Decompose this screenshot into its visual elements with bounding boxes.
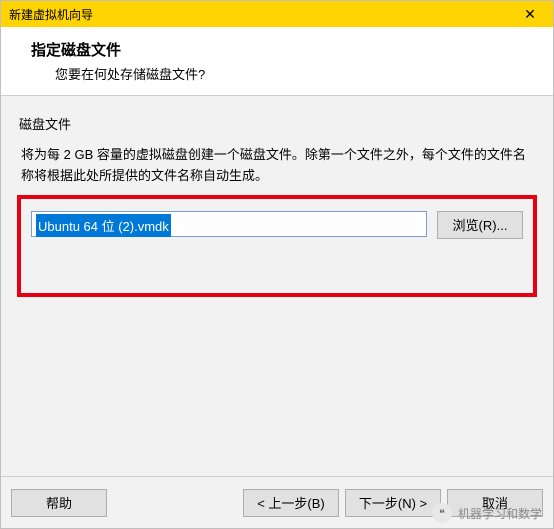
browse-button[interactable]: 浏览(R)... [437,211,523,239]
disk-description: 将为每 2 GB 容量的虚拟磁盘创建一个磁盘文件。除第一个文件之外，每个文件的文… [21,145,533,187]
wizard-footer: 帮助 < 上一步(B) 下一步(N) > 取消 ❝ 机器学习和数学 [1,476,553,528]
wizard-header: 指定磁盘文件 您要在何处存储磁盘文件? [1,27,553,96]
titlebar: 新建虚拟机向导 ✕ [1,1,553,27]
page-heading: 指定磁盘文件 [31,39,535,60]
page-subheading: 您要在何处存储磁盘文件? [31,64,535,83]
close-icon: ✕ [524,6,536,23]
disk-filename-input[interactable]: Ubuntu 64 位 (2).vmdk [31,211,427,237]
next-button[interactable]: 下一步(N) > [345,489,441,517]
group-label: 磁盘文件 [17,114,537,133]
selected-text: Ubuntu 64 位 (2).vmdk [36,214,171,237]
wizard-content: 磁盘文件 将为每 2 GB 容量的虚拟磁盘创建一个磁盘文件。除第一个文件之外，每… [1,96,553,476]
highlighted-area: Ubuntu 64 位 (2).vmdk 浏览(R)... [17,195,537,297]
window-title: 新建虚拟机向导 [9,6,509,23]
wizard-dialog: 新建虚拟机向导 ✕ 指定磁盘文件 您要在何处存储磁盘文件? 磁盘文件 将为每 2… [0,0,554,529]
back-button[interactable]: < 上一步(B) [243,489,339,517]
close-button[interactable]: ✕ [509,2,551,26]
cancel-button[interactable]: 取消 [447,489,543,517]
help-button[interactable]: 帮助 [11,489,107,517]
